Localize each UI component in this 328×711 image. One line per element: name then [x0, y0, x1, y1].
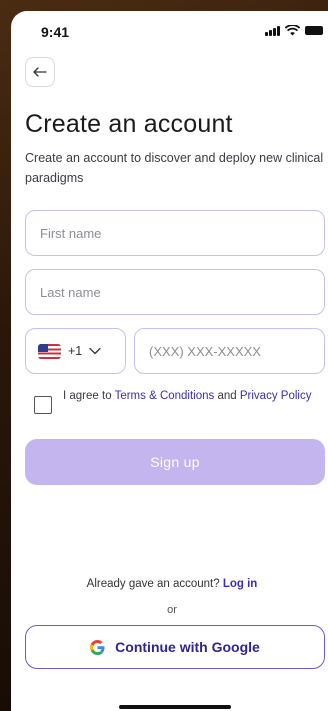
continue-with-google-button[interactable]: Continue with Google	[25, 625, 325, 669]
country-code-value: +1	[68, 344, 83, 358]
terms-text: I agree to Terms & Conditions and Privac…	[63, 388, 323, 405]
terms-prefix: I agree to	[63, 390, 115, 402]
phone-number-field[interactable]	[134, 328, 325, 374]
google-button-label: Continue with Google	[115, 639, 260, 655]
phone-number-input[interactable]	[135, 343, 324, 359]
chevron-down-icon	[89, 347, 101, 355]
signal-icon	[265, 25, 280, 36]
last-name-input[interactable]	[26, 284, 324, 300]
sign-up-button[interactable]: Sign up	[25, 439, 325, 485]
or-divider: or	[167, 604, 177, 616]
battery-icon	[305, 26, 323, 35]
status-icons	[265, 25, 323, 36]
login-prompt-text: Already gave an account?	[86, 578, 223, 590]
arrow-left-icon	[33, 67, 47, 77]
last-name-field[interactable]	[25, 269, 325, 315]
google-icon	[90, 639, 105, 655]
app-screen: 9:41 Create an account Create an account…	[11, 11, 328, 711]
back-button[interactable]	[25, 57, 55, 87]
status-bar: 9:41	[11, 11, 328, 47]
privacy-policy-link[interactable]: Privacy Policy	[240, 390, 312, 402]
terms-conditions-link[interactable]: Terms & Conditions	[115, 390, 215, 402]
login-prompt: Already gave an account? Log in	[11, 578, 328, 590]
terms-agreement: I agree to Terms & Conditions and Privac…	[34, 388, 328, 424]
home-indicator	[119, 705, 231, 709]
terms-middle: and	[214, 390, 240, 402]
first-name-input[interactable]	[26, 225, 324, 241]
log-in-link[interactable]: Log in	[223, 578, 258, 590]
first-name-field[interactable]	[25, 210, 325, 256]
terms-checkbox[interactable]	[34, 396, 52, 414]
page-subtitle: Create an account to discover and deploy…	[25, 151, 324, 185]
status-time: 9:41	[41, 24, 70, 40]
country-code-select[interactable]: +1	[25, 328, 126, 374]
us-flag-icon	[38, 343, 61, 359]
wifi-icon	[285, 25, 300, 36]
page-title: Create an account	[25, 110, 233, 138]
